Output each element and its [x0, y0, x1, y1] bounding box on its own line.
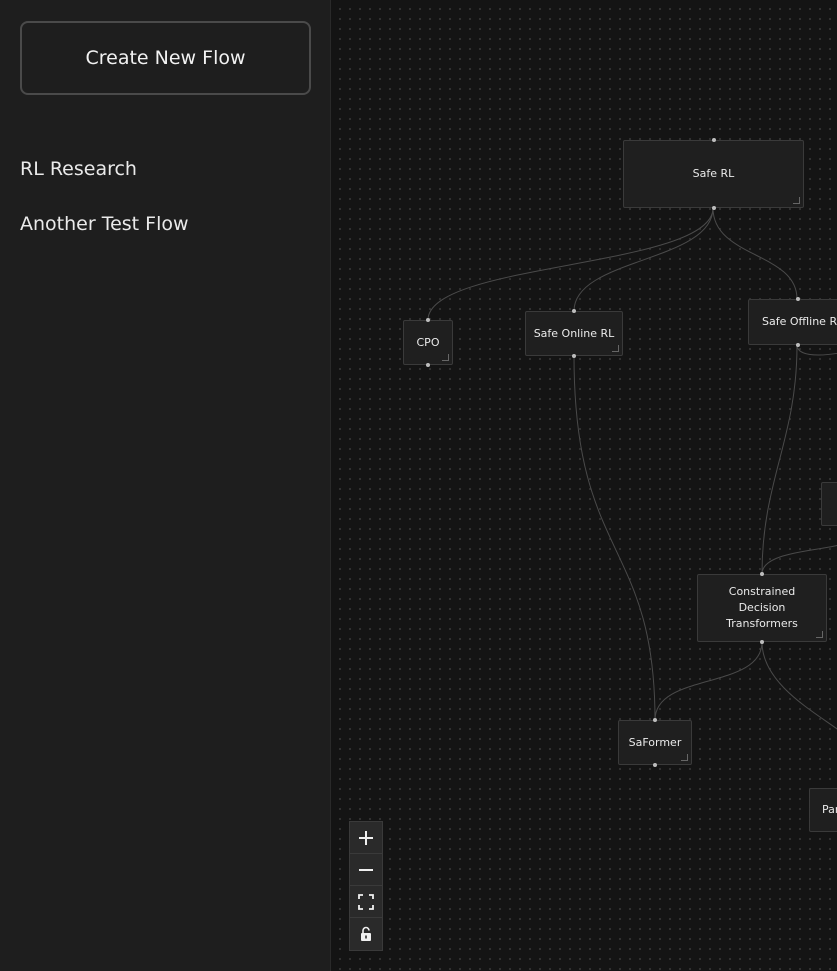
- node-handle-bottom[interactable]: [796, 343, 800, 347]
- node-label: Par: [822, 803, 837, 816]
- node-handle-top[interactable]: [711, 138, 716, 142]
- node-handle-top[interactable]: [760, 572, 764, 576]
- canvas-controls: [349, 821, 383, 951]
- edge-safe-offline-rl-right: [796, 344, 837, 356]
- node-label: Constrained Decision Transformers: [726, 585, 798, 630]
- node-label: Safe Online RL: [533, 326, 615, 340]
- resize-handle-icon[interactable]: [793, 197, 800, 204]
- resize-handle-icon[interactable]: [442, 354, 449, 361]
- node-handle-top[interactable]: [572, 309, 576, 313]
- node-partial-offscreen[interactable]: [821, 482, 837, 526]
- node-handle-bottom[interactable]: [426, 363, 430, 367]
- zoom-out-icon: [359, 868, 373, 871]
- sidebar: Create New Flow RL Research Another Test…: [0, 0, 331, 971]
- edge-safe-offline-rl-cdt: [761, 344, 798, 575]
- flow-item-another-test-flow[interactable]: Another Test Flow: [20, 213, 189, 235]
- zoom-out-button[interactable]: [350, 854, 382, 886]
- node-label: Safe RL: [692, 167, 735, 180]
- lock-icon: [361, 926, 371, 941]
- zoom-in-icon: [359, 830, 373, 845]
- node-safe-offline-rl[interactable]: Safe Offline RL: [748, 297, 837, 347]
- edge-safe-rl-safe-online-rl: [573, 207, 714, 312]
- edge-safe-rl-safe-offline-rl: [712, 207, 798, 300]
- toggle-lock-button[interactable]: [350, 918, 382, 950]
- edge-safe-rl-cpo: [427, 207, 714, 321]
- node-saformer[interactable]: SaFormer: [618, 718, 692, 767]
- edge-safe-online-rl-saformer: [573, 355, 656, 721]
- create-new-flow-button[interactable]: Create New Flow: [20, 21, 311, 95]
- fit-view-button[interactable]: [350, 886, 382, 918]
- edge-right-cdt: [761, 544, 837, 575]
- flow-item-rl-research[interactable]: RL Research: [20, 158, 137, 180]
- node-handle-bottom[interactable]: [760, 640, 764, 644]
- resize-handle-icon[interactable]: [681, 754, 688, 761]
- edge-cdt-saformer: [654, 641, 763, 721]
- node-handle-bottom[interactable]: [572, 354, 576, 358]
- node-label: Safe Offline RL: [762, 315, 837, 328]
- node-safe-online-rl[interactable]: Safe Online RL: [525, 309, 623, 358]
- resize-handle-icon[interactable]: [612, 345, 619, 352]
- node-handle-top[interactable]: [426, 318, 430, 322]
- node-handle-bottom[interactable]: [711, 206, 716, 210]
- fit-view-icon: [358, 893, 374, 910]
- node-handle-bottom[interactable]: [653, 763, 657, 767]
- node-handle-top[interactable]: [653, 718, 657, 722]
- node-partial-bottom-right[interactable]: Par: [809, 788, 837, 832]
- zoom-in-button[interactable]: [350, 822, 382, 854]
- edge-cdt-right: [761, 641, 837, 730]
- node-safe-rl[interactable]: Safe RL: [623, 138, 804, 210]
- node-cpo[interactable]: CPO: [403, 318, 453, 367]
- node-label: SaFormer: [628, 735, 682, 749]
- flow-canvas[interactable]: Safe RL CPO Safe Online RL Safe Offline …: [331, 0, 837, 971]
- resize-handle-icon[interactable]: [816, 631, 823, 638]
- node-constrained-decision-transformers[interactable]: Constrained Decision Transformers: [697, 572, 827, 644]
- node-handle-top[interactable]: [796, 297, 800, 301]
- node-label: CPO: [416, 335, 440, 349]
